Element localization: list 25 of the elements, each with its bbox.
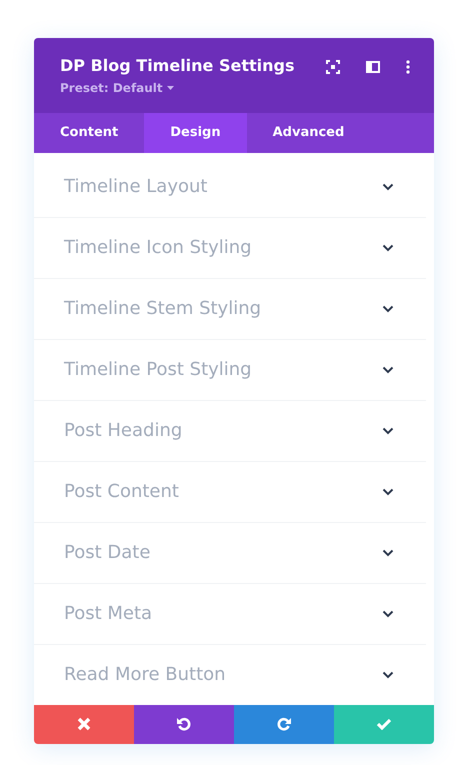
section-toggle[interactable]: Timeline Layout (34, 156, 426, 218)
checkmark-icon (376, 718, 392, 730)
undo-icon (176, 716, 192, 732)
section-toggle[interactable]: Read More Button (34, 644, 426, 705)
section-toggle[interactable]: Post Date (34, 522, 426, 584)
undo-button[interactable] (134, 704, 234, 744)
tab[interactable]: Advanced (246, 113, 370, 153)
section-toggle[interactable]: Post Heading (34, 400, 426, 462)
tab[interactable]: Design (144, 113, 247, 153)
cancel-button[interactable] (34, 704, 134, 744)
more-icon[interactable] (406, 60, 410, 74)
tab[interactable]: Content (34, 113, 144, 153)
expand-icon[interactable] (326, 60, 340, 74)
section-toggle[interactable]: Post Content (34, 462, 426, 523)
close-icon (77, 717, 91, 732)
redo-button[interactable] (234, 704, 334, 744)
window-title: DP Blog Timeline Settings (60, 56, 294, 75)
section-toggle[interactable]: Post Meta (34, 584, 426, 645)
section-toggle[interactable]: Timeline Post Styling (34, 340, 426, 401)
section-toggle[interactable]: Timeline Icon Styling (34, 218, 426, 279)
caret-icon (166, 86, 174, 90)
redo-icon (276, 716, 292, 732)
section-toggle[interactable]: Timeline Stem Styling (34, 278, 426, 340)
sidebar-icon[interactable] (366, 61, 380, 73)
preset-dropdown[interactable]: Preset: Default (60, 81, 174, 95)
